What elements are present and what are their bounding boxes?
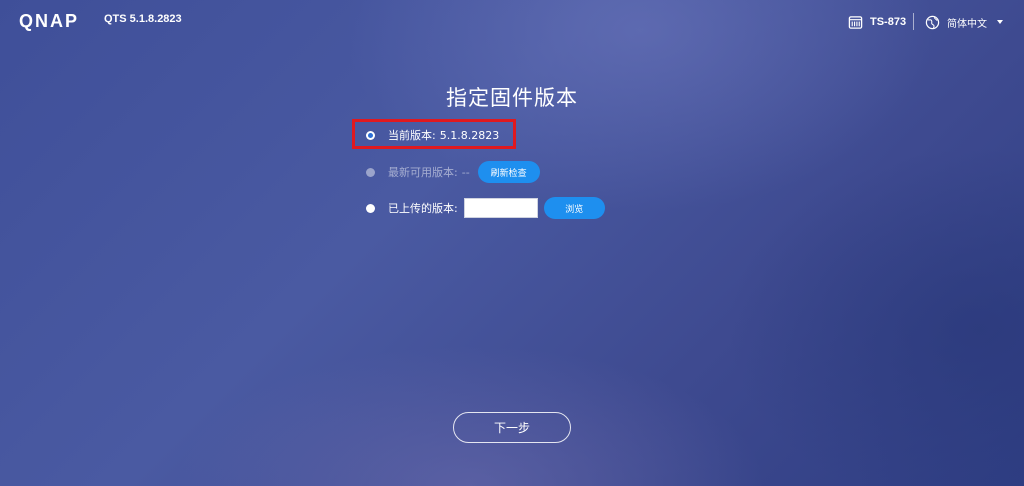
device-info: TS-873 [848,12,906,32]
language-label: 简体中文 [947,18,987,30]
qnap-logo: QNAP [19,11,80,31]
globe-icon [925,15,940,29]
browse-button[interactable]: 浏览 [543,197,605,219]
device-name: TS-873 [870,16,907,28]
uploaded-file-field[interactable] [463,198,538,218]
page-title: 指定固件版本 [446,86,578,110]
latest-version-label: 最新可用版本: [388,166,458,179]
nas-device-icon [848,15,863,29]
radio-uploaded-version[interactable] [366,203,375,213]
latest-version-value: -- [461,165,470,179]
header-divider [913,13,914,30]
option-current-version[interactable]: 当前版本: 5.1.8.2823 [366,127,499,143]
option-uploaded-version[interactable]: 已上传的版本: 浏览 [366,197,605,219]
os-version-label: QTS 5.1.8.2823 [104,13,182,25]
uploaded-version-label: 已上传的版本: [388,202,458,215]
radio-latest-version [366,167,375,177]
current-version-value: 5.1.8.2823 [439,128,500,142]
current-version-label: 当前版本: [388,129,436,142]
top-bar: QNAP QTS 5.1.8.2823 TS-873 简体中文 [0,0,1024,44]
caret-down-icon [997,20,1003,24]
refresh-check-button[interactable]: 刷新检查 [477,161,540,183]
radio-current-version[interactable] [366,130,375,140]
option-latest-version: 最新可用版本: -- 刷新检查 [366,161,540,183]
next-button[interactable]: 下一步 [453,412,571,443]
language-selector[interactable]: 简体中文 [925,12,1003,32]
